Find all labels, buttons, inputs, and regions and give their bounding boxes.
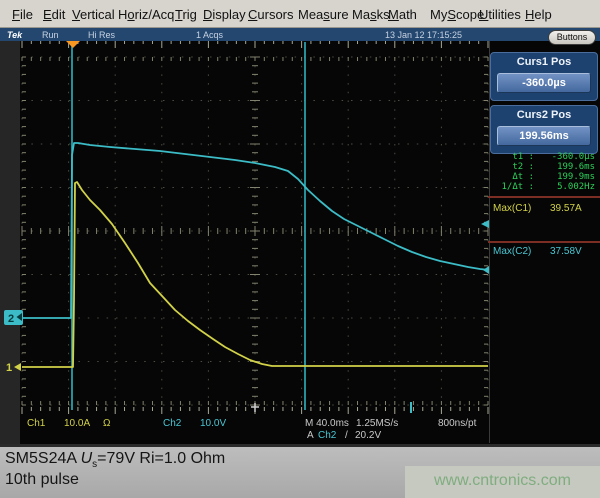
cursor-readouts: t1 :-360.0µst2 :199.6msΔt :199.9ms1/Δt :… [488, 152, 598, 192]
curs1-pos-title: Curs1 Pos [491, 56, 597, 68]
curs2-pos-value[interactable]: 199.56ms [497, 126, 591, 146]
menu-help[interactable]: Help [525, 7, 552, 22]
ch2-scale[interactable]: 10.0V [200, 418, 226, 429]
cursor-readout-row: t2 :199.6ms [488, 162, 598, 172]
ch1-coupling: Ω [103, 418, 110, 429]
menu-measure[interactable]: Measure [298, 7, 349, 22]
device-description: SM5S24A Us=79V Ri=1.0 Ohm [5, 450, 225, 470]
buttons-button[interactable]: Buttons [548, 30, 596, 45]
oscilloscope-screenshot: FileEditVerticalHoriz/AcqTrigDisplayCurs… [0, 0, 600, 498]
menu-file[interactable]: File [12, 7, 33, 22]
acquisition-mode: Hi Res [88, 30, 115, 40]
trigger-level: 20.2V [355, 430, 381, 441]
curs1-pos-value[interactable]: -360.0µs [497, 73, 591, 93]
trigger-source: Ch2 [318, 430, 336, 441]
acquisition-count: 1 Acqs [196, 30, 223, 40]
voltage-symbol: U [81, 450, 93, 467]
test-conditions: =79V Ri=1.0 Ohm [97, 450, 225, 467]
datetime: 13 Jan 12 17:15:25 [385, 30, 462, 40]
left-frame-strip [0, 41, 20, 444]
divider [488, 241, 600, 243]
trigger-mode: A [307, 430, 314, 441]
menu-utilities[interactable]: Utilities [479, 7, 521, 22]
trigger-slope-icon: / [345, 430, 348, 441]
menu-masks[interactable]: Masks [352, 7, 390, 22]
max-c1-label: Max(C1) [493, 203, 531, 215]
cursor-readout-row: 1/Δt :5.002Hz [488, 182, 598, 192]
divider [488, 196, 600, 198]
max-c2-label: Max(C2) [493, 246, 531, 258]
curs2-pos-panel: Curs2 Pos 199.56ms [490, 105, 598, 154]
ch1-label: Ch1 [27, 418, 45, 429]
timebase-readout: M 40.0ms [305, 418, 349, 429]
curs1-pos-panel: Curs1 Pos -360.0µs [490, 52, 598, 101]
menu-edit[interactable]: Edit [43, 7, 65, 22]
run-status: Run [42, 30, 59, 40]
cursor-readout-row: Δt :199.9ms [488, 172, 598, 182]
title-bar: Tek Run Hi Res 1 Acqs 13 Jan 12 17:15:25 [0, 28, 600, 41]
menu-cursors[interactable]: Cursors [248, 7, 294, 22]
menu-math[interactable]: Math [388, 7, 417, 22]
max-c2-value: 37.58V [550, 246, 582, 258]
ch1-scale[interactable]: 10.0A [64, 418, 90, 429]
ch2-label: Ch2 [163, 418, 181, 429]
menu-bar: File Edit VerticalHoriz/AcqTrig DisplayCurs… [0, 0, 600, 28]
menu-horizacq[interactable]: Horiz/Acq [118, 7, 174, 22]
max-c1-value: 39.57A [550, 203, 582, 215]
menu-myscope[interactable]: MyScope [430, 7, 484, 22]
measurement-max-c2: Max(C2) 37.58V [488, 246, 600, 258]
device-model: SM5S24A [5, 450, 81, 467]
curs2-pos-title: Curs2 Pos [491, 109, 597, 121]
menu-vertical[interactable]: Vertical [72, 7, 115, 22]
resolution-readout: 800ns/pt [438, 418, 476, 429]
cursor-readout-row: t1 :-360.0µs [488, 152, 598, 162]
tek-logo: Tek [7, 30, 22, 40]
sample-rate-readout: 1.25MS/s [356, 418, 398, 429]
caption-area: SM5S24A Us=79V Ri=1.0 Ohm 10th pulse www… [0, 447, 600, 498]
pulse-label: 10th pulse [5, 471, 79, 489]
watermark: www.cntronics.com [405, 466, 600, 498]
menu-display[interactable]: Display [203, 7, 246, 22]
measurement-max-c1: Max(C1) 39.57A [488, 203, 600, 215]
menu-trig[interactable]: Trig [175, 7, 197, 22]
